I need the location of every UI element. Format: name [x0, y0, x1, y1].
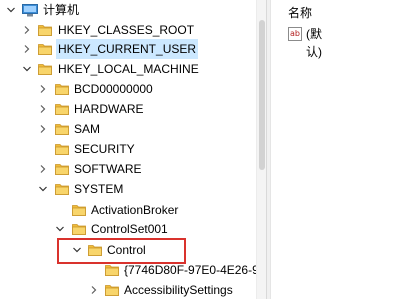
folder-icon: [38, 24, 52, 36]
registry-tree[interactable]: 计算机 HKEY_CLASSES_ROOT HKEY_CURRENT_USER …: [0, 0, 266, 299]
tree-node-label: HARDWARE: [74, 102, 144, 116]
tree-node-label: SYSTEM: [74, 182, 124, 196]
tree-node-label: HKEY_CLASSES_ROOT: [58, 23, 195, 37]
tree-node-sam[interactable]: SAM: [0, 119, 250, 139]
tree-node-label: AccessibilitySettings: [124, 283, 233, 297]
string-value-icon: ab: [288, 27, 302, 41]
tree-node-hkey-current-user[interactable]: HKEY_CURRENT_USER: [0, 39, 250, 59]
tree-node-hkey-local-machine[interactable]: HKEY_LOCAL_MACHINE: [0, 59, 250, 79]
tree-node-label: HKEY_LOCAL_MACHINE: [58, 62, 199, 76]
highlight-annotation-box: [57, 238, 186, 264]
tree-node-computer[interactable]: 计算机: [0, 0, 250, 20]
tree-node-hkey-classes-root[interactable]: HKEY_CLASSES_ROOT: [0, 20, 250, 40]
chevron-down-icon[interactable]: [6, 5, 16, 15]
tree-node-label: SAM: [74, 122, 101, 136]
tree-node-bcd00000000[interactable]: BCD00000000: [0, 79, 250, 99]
chevron-right-icon[interactable]: [38, 124, 48, 134]
chevron-down-icon[interactable]: [38, 184, 48, 194]
value-name: (默认): [306, 27, 322, 59]
tree-node-accessibilitysettings[interactable]: AccessibilitySettings: [0, 280, 250, 299]
tree-node-security[interactable]: SECURITY: [0, 139, 250, 159]
folder-icon: [55, 163, 69, 175]
folder-icon: [55, 143, 69, 155]
scrollbar-thumb[interactable]: [259, 20, 265, 170]
tree-node-label: SOFTWARE: [74, 162, 142, 176]
tree-node-label: ActivationBroker: [91, 203, 179, 217]
tree-node-controlset001[interactable]: ControlSet001: [0, 219, 250, 239]
computer-icon: [22, 3, 38, 17]
folder-icon: [72, 204, 86, 216]
chevron-right-icon[interactable]: [38, 84, 48, 94]
tree-node-activationbroker[interactable]: ActivationBroker: [0, 200, 250, 220]
chevron-right-icon[interactable]: [22, 25, 32, 35]
tree-node-label: ControlSet001: [91, 222, 168, 236]
folder-icon: [55, 183, 69, 195]
chevron-down-icon[interactable]: [55, 224, 65, 234]
chevron-right-icon[interactable]: [38, 104, 48, 114]
chevron-down-icon[interactable]: [22, 64, 32, 74]
tree-node-system[interactable]: SYSTEM: [0, 179, 250, 199]
tree-node-label: 计算机: [43, 3, 80, 17]
folder-icon: [38, 63, 52, 75]
chevron-right-icon[interactable]: [22, 44, 32, 54]
chevron-right-icon[interactable]: [38, 164, 48, 174]
folder-icon: [55, 103, 69, 115]
folder-icon: [38, 43, 52, 55]
folder-icon: [105, 284, 119, 296]
tree-node-label: SECURITY: [74, 142, 135, 156]
column-header-name[interactable]: 名称: [288, 4, 312, 21]
tree-node-hardware[interactable]: HARDWARE: [0, 99, 250, 119]
folder-icon: [72, 223, 86, 235]
folder-icon: [55, 123, 69, 135]
folder-icon: [55, 83, 69, 95]
values-list[interactable]: 名称 ab (默认): [271, 0, 397, 299]
tree-node-label: HKEY_CURRENT_USER: [56, 39, 199, 59]
chevron-right-icon[interactable]: [89, 285, 99, 295]
tree-node-software[interactable]: SOFTWARE: [0, 159, 250, 179]
folder-icon: [105, 264, 119, 276]
tree-node-label: BCD00000000: [74, 82, 153, 96]
